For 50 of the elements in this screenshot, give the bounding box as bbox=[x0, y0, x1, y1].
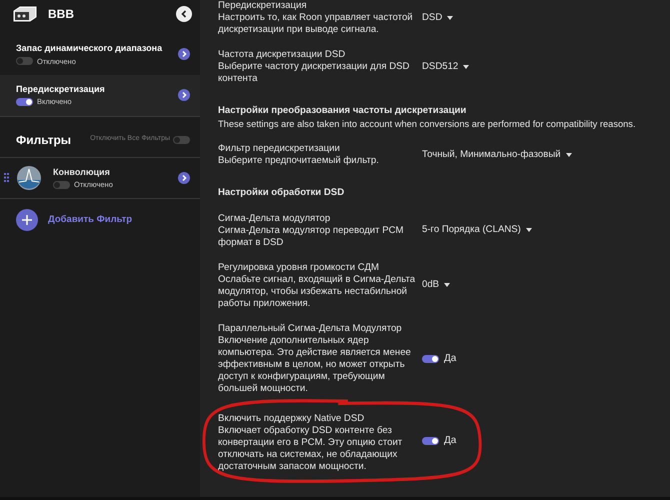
dropdown-button[interactable]: DSD bbox=[422, 10, 454, 26]
setting-description: Включение дополнительных ядер компьютера. Это действие является менее эффективным в целом, но может открыть доступ к конфигурациям, требующим большей мощности. bbox=[218, 334, 412, 394]
setting-title: Передискретизация bbox=[218, 0, 308, 12]
toggle-switch[interactable] bbox=[422, 436, 439, 444]
chevron-icon[interactable] bbox=[178, 48, 190, 60]
caret-icon bbox=[526, 228, 532, 232]
setting-description: Выберите частоту дискретизации для DSD контента bbox=[218, 61, 410, 85]
setting-title: Частота дискретизации DSD bbox=[218, 49, 346, 61]
back-button[interactable] bbox=[176, 6, 192, 22]
setting-description: Ослабьте сигнал, входящий в Сигма-Дельта модулятор, чтобы избежать нестабильной работы приложения. bbox=[218, 274, 416, 310]
caret-icon bbox=[566, 152, 572, 157]
setting-title: Регулировка уровня громкости СДМ bbox=[218, 262, 380, 274]
setting-description: Включает обработку DSD контенте без конвертации его в PCM. Эту опцию стоит отключать на системах, не обладающих достаточным запасом мощности. bbox=[218, 424, 404, 472]
dropdown-button[interactable]: 0dB bbox=[422, 278, 450, 293]
section-description: These settings are also taken into account when conversions are performed for compatibility reasons. bbox=[218, 118, 637, 130]
chevron-icon[interactable] bbox=[178, 89, 190, 102]
add-filter-button[interactable]: Добавить Фильтр bbox=[0, 199, 200, 242]
setting-description: Настроить то, как Roon управляет частотой дискретизации при выводе сигнала. bbox=[218, 12, 414, 36]
setting-title: Сигма-Дельта модулятор bbox=[218, 212, 332, 224]
toggle-switch[interactable] bbox=[422, 354, 439, 362]
drag-handle-icon[interactable] bbox=[4, 173, 9, 182]
chevron-icon[interactable] bbox=[178, 172, 190, 184]
section-heading: Настройки обработки DSD bbox=[218, 187, 346, 200]
device-icon bbox=[12, 6, 38, 22]
section-heading: Настройки преобразования частоты дискретизации bbox=[218, 105, 468, 118]
dropdown-button[interactable]: DSD512 bbox=[422, 60, 470, 74]
item-title: Конволюция bbox=[53, 166, 111, 179]
toggle-switch[interactable] bbox=[16, 57, 33, 66]
toggle-label: Да bbox=[444, 434, 456, 448]
dropdown-button[interactable]: 5-го Порядка (CLANS) bbox=[422, 223, 532, 238]
setting-title: Фильтр передискретизации bbox=[218, 143, 341, 155]
setting-title: Включить поддержку Native DSD bbox=[218, 412, 366, 424]
filter-graph-icon bbox=[17, 166, 41, 190]
plus-icon bbox=[16, 209, 38, 232]
toggle-switch[interactable] bbox=[53, 180, 70, 189]
item-title: Запас динамического диапазона bbox=[16, 42, 162, 55]
setting-description: Выберите предпочитаемый фильтр. bbox=[218, 155, 380, 167]
setting-description: Сигма-Дельта модулятор переводит PCM формат в DSD bbox=[218, 224, 405, 248]
toggle-switch[interactable] bbox=[16, 98, 33, 106]
toggle-label: Да bbox=[444, 352, 456, 366]
chevron-left-icon bbox=[180, 10, 188, 18]
section-heading: Фильтры bbox=[16, 132, 72, 148]
caret-icon bbox=[447, 16, 454, 20]
device-title: BBB bbox=[48, 6, 74, 23]
dropdown-button[interactable]: Точный, Минимально-фазовый bbox=[422, 148, 572, 162]
item-title: Передискретизация bbox=[16, 82, 105, 96]
setting-title: Параллельный Сигма-Дельта Модулятор bbox=[218, 322, 403, 334]
caret-icon bbox=[444, 283, 450, 288]
toggle-switch[interactable] bbox=[173, 136, 190, 144]
caret-icon bbox=[463, 64, 470, 69]
